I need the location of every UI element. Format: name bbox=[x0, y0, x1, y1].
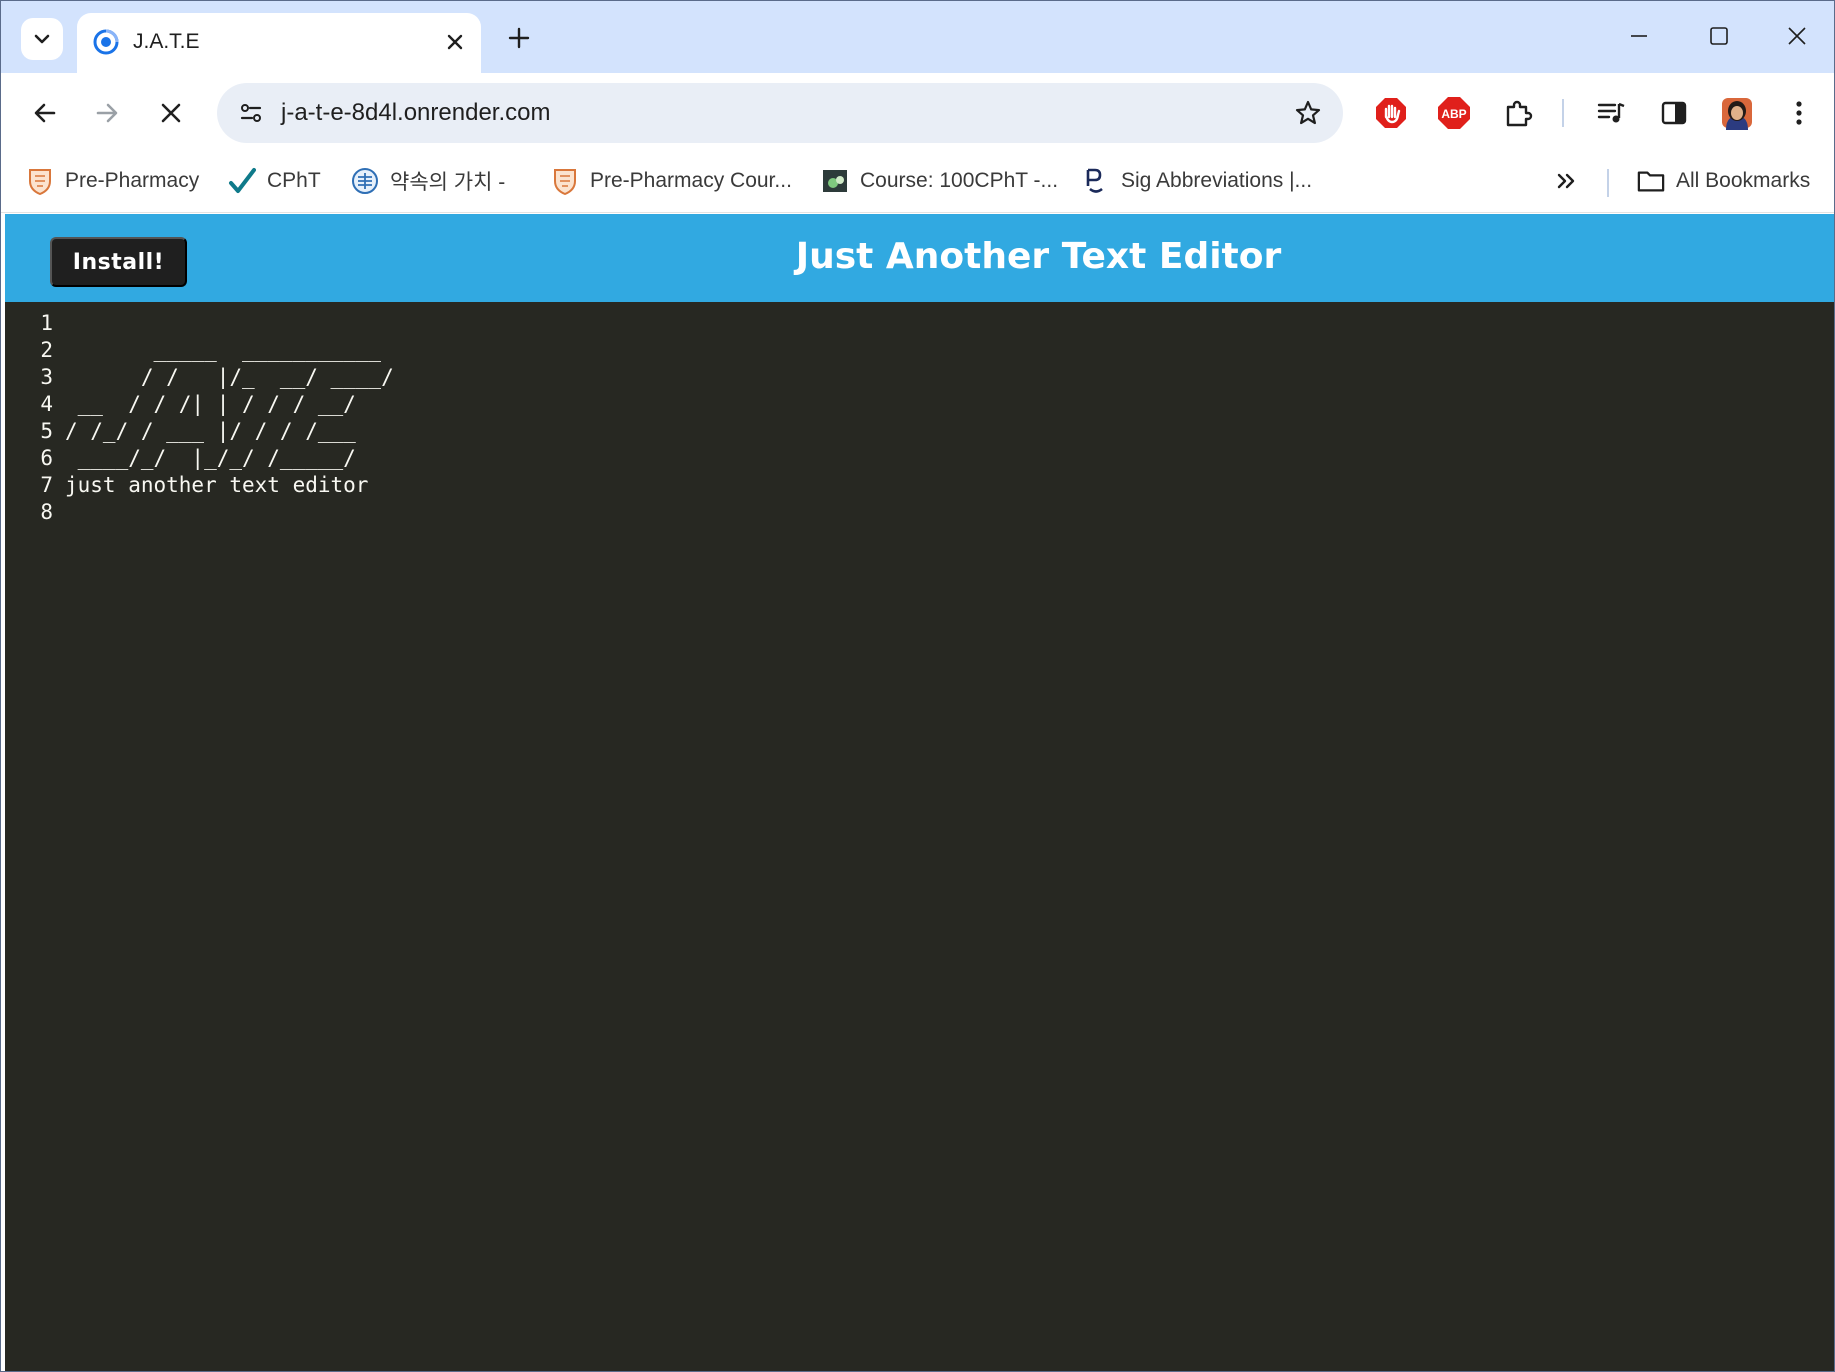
folder-icon bbox=[1637, 167, 1665, 195]
plus-icon bbox=[508, 27, 530, 49]
toolbar-divider bbox=[1562, 99, 1564, 127]
adblock-extension-button[interactable] bbox=[1369, 91, 1413, 135]
code-line[interactable]: / /_/ / ___ |/ / / /___ bbox=[65, 418, 394, 445]
site-info-button[interactable] bbox=[229, 91, 273, 135]
bookmark-label: Pre-Pharmacy Cour... bbox=[590, 169, 792, 192]
minimize-button[interactable] bbox=[1609, 11, 1669, 61]
bookmark-cpht[interactable]: CPhT bbox=[228, 163, 321, 199]
bookmarks-bar: Pre-Pharmacy CPhT 약속의 가치 - Pre-Pharmacy … bbox=[1, 153, 1834, 213]
star-icon bbox=[1295, 100, 1321, 125]
stop-hand-icon bbox=[1376, 98, 1406, 128]
tune-icon bbox=[240, 104, 262, 122]
side-panel-icon bbox=[1661, 101, 1687, 125]
address-bar[interactable]: j-a-t-e-8d4l.onrender.com bbox=[217, 83, 1343, 143]
side-panel-button[interactable] bbox=[1652, 91, 1696, 135]
stop-loading-button[interactable] bbox=[149, 91, 193, 135]
bookmark-sig-abbreviations[interactable]: Sig Abbreviations |... bbox=[1082, 163, 1312, 199]
browser-window: J.A.T.E j-a-t-e-8d4l.onrender.com ABP Pr… bbox=[0, 0, 1835, 1372]
code-line[interactable]: __ / / /| | / / / __/ bbox=[65, 391, 394, 418]
all-bookmarks-button[interactable]: All Bookmarks bbox=[1637, 163, 1810, 199]
chevron-down-icon bbox=[34, 34, 50, 44]
bookmark-label: 약속의 가치 - bbox=[390, 171, 506, 194]
bookmarks-divider bbox=[1607, 169, 1609, 197]
close-window-button[interactable] bbox=[1767, 11, 1827, 61]
url-text[interactable]: j-a-t-e-8d4l.onrender.com bbox=[281, 99, 550, 127]
adblock-plus-extension-button[interactable]: ABP bbox=[1432, 91, 1476, 135]
shield-crest-icon bbox=[551, 167, 579, 195]
code-line[interactable] bbox=[65, 499, 394, 526]
bookmark-label: Course: 100CPhT -... bbox=[860, 169, 1059, 192]
bookmarks-overflow-button[interactable] bbox=[1555, 163, 1577, 199]
profile-avatar-button[interactable] bbox=[1715, 91, 1759, 135]
playlist-icon bbox=[1597, 102, 1625, 123]
code-editor[interactable]: 1 2 3 4 5 6 7 8 _____ ___________ / / |/… bbox=[5, 302, 1834, 1371]
all-bookmarks-label: All Bookmarks bbox=[1676, 169, 1811, 192]
line-number-gutter: 1 2 3 4 5 6 7 8 bbox=[5, 310, 60, 526]
arrow-right-icon bbox=[96, 103, 118, 123]
pharmacy-emblem-icon bbox=[351, 167, 379, 195]
bookmark-label: CPhT bbox=[267, 169, 321, 192]
line-number: 4 bbox=[40, 392, 53, 416]
editor-content[interactable]: _____ ___________ / / |/_ __/ ____/ __ /… bbox=[65, 310, 394, 526]
close-icon bbox=[161, 103, 181, 123]
browser-menu-button[interactable] bbox=[1777, 91, 1821, 135]
media-controls-button[interactable] bbox=[1589, 91, 1633, 135]
line-number: 8 bbox=[40, 500, 53, 524]
more-vertical-icon bbox=[1796, 101, 1802, 125]
line-number: 2 bbox=[40, 338, 53, 362]
maximize-button[interactable] bbox=[1689, 11, 1749, 61]
bookmark-star-button[interactable] bbox=[1287, 92, 1329, 134]
app-title: Just Another Text Editor bbox=[795, 236, 1282, 277]
close-icon bbox=[447, 34, 463, 50]
minimize-icon bbox=[1631, 35, 1647, 37]
tab-close-button[interactable] bbox=[437, 24, 473, 60]
install-button[interactable]: Install! bbox=[50, 237, 187, 287]
code-line[interactable]: _____ ___________ bbox=[65, 337, 394, 364]
code-line[interactable] bbox=[65, 310, 394, 337]
bookmark-label: Pre-Pharmacy bbox=[65, 169, 200, 192]
tab-strip: J.A.T.E bbox=[1, 1, 1834, 73]
forward-button[interactable] bbox=[85, 91, 129, 135]
bookmark-pre-pharmacy-course[interactable]: Pre-Pharmacy Cour... bbox=[551, 163, 792, 199]
bookmark-label: Sig Abbreviations |... bbox=[1121, 169, 1313, 192]
close-icon bbox=[1788, 27, 1806, 45]
code-line[interactable]: just another text editor bbox=[65, 472, 394, 499]
shield-crest-icon bbox=[26, 167, 54, 195]
arrow-left-icon bbox=[34, 103, 56, 123]
course-icon bbox=[821, 167, 849, 195]
new-tab-button[interactable] bbox=[499, 18, 539, 58]
code-line[interactable]: ____/_/ |_/_/ /_____/ bbox=[65, 445, 394, 472]
line-number: 3 bbox=[40, 365, 53, 389]
bookmark-korean-pharmacy[interactable]: 약속의 가치 - bbox=[351, 163, 505, 199]
svg-text:ABP: ABP bbox=[1441, 107, 1466, 121]
back-button[interactable] bbox=[23, 91, 67, 135]
browser-toolbar: j-a-t-e-8d4l.onrender.com ABP bbox=[1, 73, 1834, 153]
tab-title: J.A.T.E bbox=[133, 30, 200, 53]
bookmark-course-100cpht[interactable]: Course: 100CPhT -... bbox=[821, 163, 1058, 199]
globe-loading-icon bbox=[91, 27, 121, 57]
rx-icon bbox=[1082, 167, 1110, 195]
checkmark-icon bbox=[228, 167, 256, 195]
tab-search-button[interactable] bbox=[21, 18, 63, 60]
maximize-icon bbox=[1710, 27, 1728, 45]
abp-icon: ABP bbox=[1438, 97, 1470, 129]
line-number: 5 bbox=[40, 419, 53, 443]
extensions-button[interactable] bbox=[1496, 91, 1540, 135]
web-page: Just Another Text Editor Install! 1 2 3 … bbox=[5, 214, 1834, 1371]
double-chevron-right-icon bbox=[1557, 173, 1575, 189]
active-tab[interactable]: J.A.T.E bbox=[77, 13, 481, 73]
puzzle-icon bbox=[1506, 100, 1533, 127]
line-number: 1 bbox=[40, 311, 53, 335]
line-number: 7 bbox=[40, 473, 53, 497]
bookmark-pre-pharmacy[interactable]: Pre-Pharmacy bbox=[26, 163, 199, 199]
avatar bbox=[1722, 98, 1752, 130]
code-line[interactable]: / / |/_ __/ ____/ bbox=[65, 364, 394, 391]
line-number: 6 bbox=[40, 446, 53, 470]
app-header: Just Another Text Editor Install! bbox=[5, 214, 1834, 302]
